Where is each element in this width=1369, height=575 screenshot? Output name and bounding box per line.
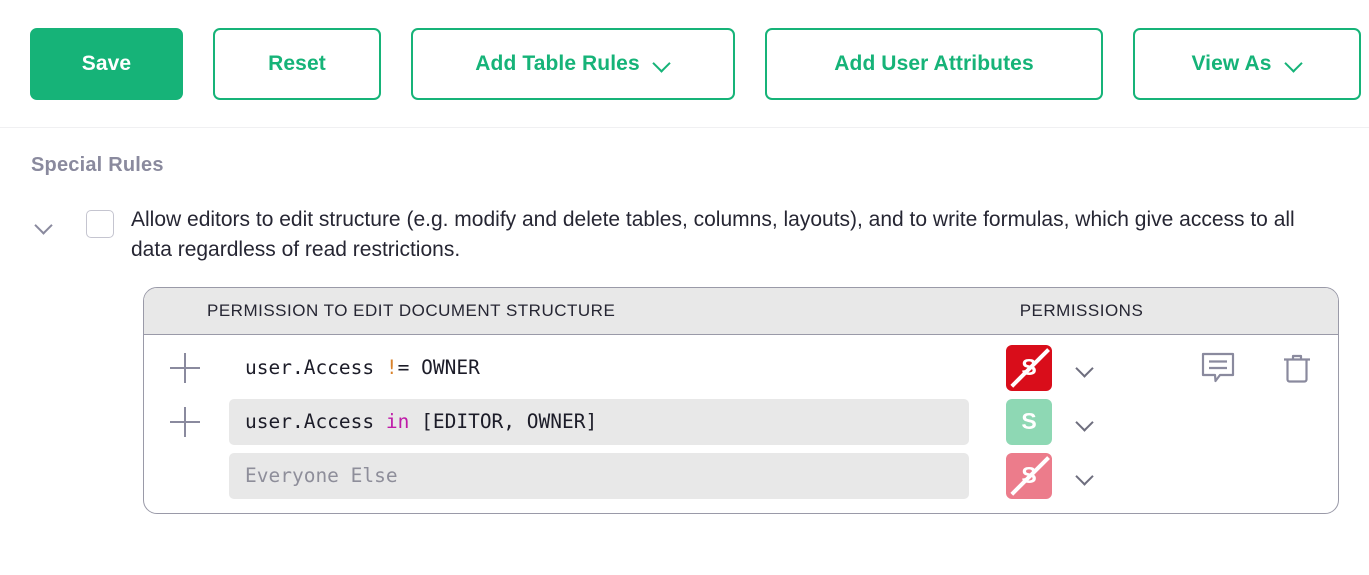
permission-rule-row: user.Access in [EDITOR, OWNER] S bbox=[144, 395, 1338, 449]
allow-editors-checkbox[interactable] bbox=[86, 210, 114, 238]
button-label: Add Table Rules bbox=[475, 51, 640, 75]
formula-token: [EDITOR, OWNER] bbox=[409, 410, 598, 434]
permission-rule-row: user.Access ! = OWNER S bbox=[144, 341, 1338, 395]
permission-rule-rows: user.Access ! = OWNER Suser.Access in [EDI… bbox=[144, 335, 1338, 513]
formula-input[interactable]: user.Access ! = OWNER bbox=[229, 345, 969, 391]
column-header-formula: PERMISSION TO EDIT DOCUMENT STRUCTURE bbox=[207, 300, 616, 320]
chevron-down-icon[interactable] bbox=[31, 213, 57, 239]
page-title: Special Rules bbox=[31, 154, 164, 176]
formula-token: ! bbox=[385, 356, 398, 380]
add-table-rules-button[interactable]: Add Table Rules bbox=[411, 27, 735, 100]
special-rules-section: Special Rules Allow editors to edit stru… bbox=[0, 128, 1369, 514]
button-label: Reset bbox=[268, 51, 326, 75]
save-button[interactable]: Save bbox=[30, 27, 183, 100]
permission-deny-badge[interactable]: S bbox=[1006, 344, 1052, 391]
special-rule-row: Allow editors to edit structure (e.g. mo… bbox=[0, 205, 1369, 265]
special-rule-label: Allow editors to edit structure (e.g. mo… bbox=[131, 208, 1295, 261]
permission-badge-glyph: S bbox=[1021, 354, 1037, 381]
add-condition-icon[interactable] bbox=[168, 405, 202, 439]
formula-token: in bbox=[385, 410, 410, 434]
add-condition-placeholder bbox=[168, 459, 202, 493]
formula-token: user.Access bbox=[245, 356, 386, 380]
formula-token: = OWNER bbox=[397, 356, 480, 380]
formula-input[interactable]: Everyone Else bbox=[229, 452, 969, 499]
add-user-attributes-button[interactable]: Add User Attributes bbox=[765, 27, 1103, 100]
button-label: Add User Attributes bbox=[834, 51, 1034, 75]
reset-button[interactable]: Reset bbox=[213, 27, 381, 100]
button-label: Save bbox=[81, 51, 132, 75]
chevron-down-icon[interactable] bbox=[1072, 355, 1098, 381]
trash-icon[interactable] bbox=[1283, 352, 1311, 384]
formula-token: user.Access bbox=[245, 410, 386, 434]
view-as-button[interactable]: View As bbox=[1133, 27, 1361, 100]
column-header-permissions: PERMISSIONS bbox=[1019, 300, 1144, 320]
permission-deny-default-badge[interactable]: S bbox=[1006, 452, 1052, 499]
row-actions bbox=[1201, 352, 1338, 384]
permission-badge-glyph: S bbox=[1021, 462, 1037, 489]
chevron-down-icon[interactable] bbox=[1072, 409, 1098, 435]
formula-placeholder: Everyone Else bbox=[245, 464, 398, 488]
add-condition-icon[interactable] bbox=[168, 351, 202, 385]
button-label: View As bbox=[1191, 51, 1272, 75]
permission-badge-glyph: S bbox=[1021, 408, 1037, 435]
chevron-down-icon bbox=[1286, 55, 1303, 72]
permission-rule-row: Everyone Else S bbox=[144, 449, 1338, 503]
chevron-down-icon bbox=[654, 55, 671, 72]
permission-table-header: PERMISSION TO EDIT DOCUMENT STRUCTURE PE… bbox=[144, 287, 1338, 335]
chevron-down-icon[interactable] bbox=[1072, 463, 1098, 489]
comment-icon[interactable] bbox=[1201, 352, 1235, 384]
permission-allow-badge[interactable]: S bbox=[1006, 398, 1052, 445]
permission-rules-card: PERMISSION TO EDIT DOCUMENT STRUCTURE PE… bbox=[143, 286, 1339, 514]
formula-input[interactable]: user.Access in [EDITOR, OWNER] bbox=[229, 398, 969, 445]
action-toolbar: Save Reset Add Table Rules Add User Attribu… bbox=[0, 0, 1369, 128]
